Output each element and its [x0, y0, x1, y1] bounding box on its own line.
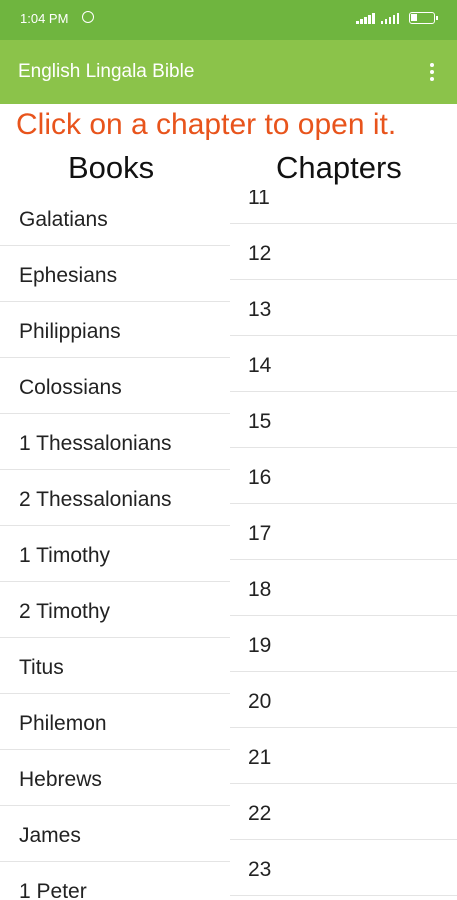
books-header: Books [68, 150, 155, 185]
chapter-item[interactable]: 12 [230, 224, 457, 280]
battery-icon [409, 12, 438, 24]
chapter-item[interactable]: 14 [230, 336, 457, 392]
book-item[interactable]: Titus [0, 638, 230, 694]
chapters-scroll-content: 11 12 13 14 15 16 17 18 19 20 21 22 23 [230, 190, 457, 896]
book-item[interactable]: 2 Thessalonians [0, 470, 230, 526]
app-title: English Lingala Bible [18, 61, 195, 82]
chapter-item[interactable]: 19 [230, 616, 457, 672]
chapters-list[interactable]: 11 12 13 14 15 16 17 18 19 20 21 22 23 [230, 190, 457, 900]
chapter-item[interactable]: 20 [230, 672, 457, 728]
books-list[interactable]: Galatians Ephesians Philippians Colossia… [0, 190, 230, 900]
signal-icon [356, 12, 375, 24]
chapter-item[interactable]: 18 [230, 560, 457, 616]
chapter-item[interactable]: 21 [230, 728, 457, 784]
chapter-item[interactable]: 15 [230, 392, 457, 448]
chapter-item[interactable]: 11 [230, 190, 457, 224]
status-time: 1:04 PM [20, 11, 69, 26]
alarm-icon [82, 11, 94, 23]
app-bar: English Lingala Bible [0, 40, 457, 104]
book-item[interactable]: Ephesians [0, 246, 230, 302]
chapter-item[interactable]: 13 [230, 280, 457, 336]
book-item[interactable]: 1 Peter [0, 862, 230, 900]
book-item[interactable]: James [0, 806, 230, 862]
book-item[interactable]: Philemon [0, 694, 230, 750]
chapters-header: Chapters [276, 150, 402, 185]
book-item[interactable]: Colossians [0, 358, 230, 414]
chapter-item[interactable]: 23 [230, 840, 457, 896]
overflow-menu-icon[interactable] [421, 58, 443, 86]
status-indicators [356, 12, 438, 24]
signal-icon-2 [380, 12, 399, 24]
book-item[interactable]: 2 Timothy [0, 582, 230, 638]
book-item[interactable]: 1 Thessalonians [0, 414, 230, 470]
instruction-text: Click on a chapter to open it. [16, 108, 397, 141]
chapter-item[interactable]: 16 [230, 448, 457, 504]
chapter-item[interactable]: 22 [230, 784, 457, 840]
book-item[interactable]: Philippians [0, 302, 230, 358]
chapter-item[interactable]: 17 [230, 504, 457, 560]
book-item[interactable]: 1 Timothy [0, 526, 230, 582]
status-bar: 1:04 PM [0, 0, 457, 40]
book-item[interactable]: Hebrews [0, 750, 230, 806]
book-item[interactable]: Galatians [0, 190, 230, 246]
